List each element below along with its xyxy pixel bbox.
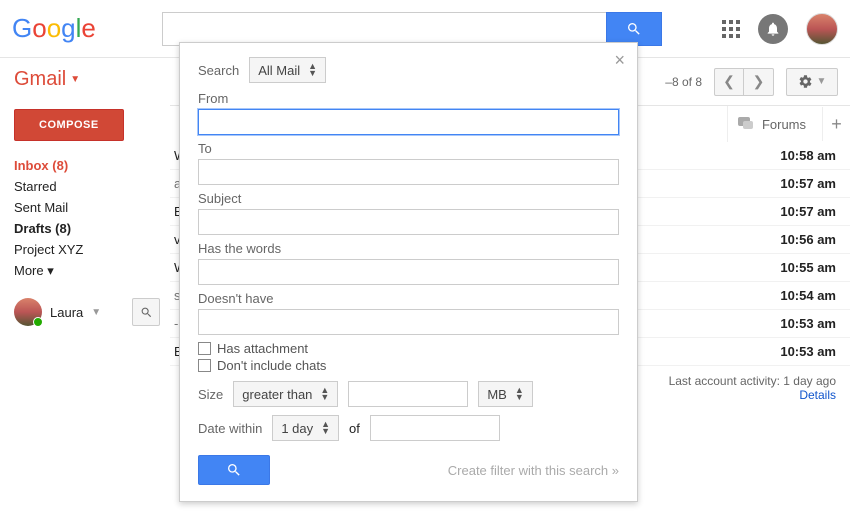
size-value-input[interactable]	[348, 381, 468, 407]
mail-time: 10:53 am	[760, 316, 836, 331]
search-scope-select[interactable]: All Mail▲▼	[249, 57, 326, 83]
subject-input[interactable]	[198, 209, 619, 235]
sidebar-item-0[interactable]: Inbox (8)	[14, 155, 170, 176]
account-avatar[interactable]	[806, 13, 838, 45]
apps-icon[interactable]	[722, 20, 740, 38]
size-label: Size	[198, 387, 223, 402]
newer-button[interactable]: ❮	[714, 68, 744, 96]
doesnt-have-input[interactable]	[198, 309, 619, 335]
mail-time: 10:58 am	[760, 148, 836, 163]
advanced-search-panel: × Search All Mail▲▼ From To Subject Has …	[179, 42, 638, 502]
sidebar-item-4[interactable]: Project XYZ	[14, 239, 170, 260]
mail-time: 10:54 am	[760, 288, 836, 303]
mail-time: 10:56 am	[760, 232, 836, 247]
sidebar-item-5[interactable]: More ▾	[14, 260, 170, 282]
sidebar-item-1[interactable]: Starred	[14, 176, 170, 197]
search-bar	[162, 12, 662, 46]
forums-icon	[738, 117, 754, 131]
gmail-product-switcher[interactable]: Gmail▼	[14, 68, 170, 91]
category-forums-tab[interactable]: Forums	[727, 106, 822, 142]
sidebar-item-3[interactable]: Drafts (8)	[14, 218, 170, 239]
checkbox-icon	[198, 359, 211, 372]
sidebar-item-2[interactable]: Sent Mail	[14, 197, 170, 218]
hangouts-avatar[interactable]	[14, 298, 42, 326]
details-link[interactable]: Details	[799, 388, 836, 402]
from-input[interactable]	[198, 109, 619, 135]
size-unit-select[interactable]: MB▲▼	[478, 381, 532, 407]
no-chats-checkbox[interactable]: Don't include chats	[198, 358, 619, 373]
mail-time: 10:55 am	[760, 260, 836, 275]
of-label: of	[349, 421, 360, 436]
close-icon[interactable]: ×	[614, 51, 625, 69]
create-filter-link[interactable]: Create filter with this search »	[448, 463, 619, 478]
has-words-label: Has the words	[198, 241, 619, 256]
search-icon	[140, 306, 153, 319]
gear-icon	[798, 74, 813, 89]
has-words-input[interactable]	[198, 259, 619, 285]
has-attachment-checkbox[interactable]: Has attachment	[198, 341, 619, 356]
mail-time: 10:57 am	[760, 204, 836, 219]
mail-time: 10:53 am	[760, 344, 836, 359]
date-range-select[interactable]: 1 day▲▼	[272, 415, 339, 441]
compose-button[interactable]: COMPOSE	[14, 109, 124, 141]
hangouts-search-button[interactable]	[132, 298, 160, 326]
checkbox-icon	[198, 342, 211, 355]
search-button[interactable]	[606, 12, 662, 46]
activity-text: Last account activity: 1 day ago	[669, 374, 836, 388]
search-input[interactable]	[162, 12, 606, 46]
settings-button[interactable]: ▼	[786, 68, 838, 96]
mail-count: –8 of 8	[665, 75, 702, 89]
older-button[interactable]: ❯	[744, 68, 774, 96]
to-input[interactable]	[198, 159, 619, 185]
sidebar: Gmail▼ COMPOSE Inbox (8)StarredSent Mail…	[0, 58, 170, 410]
notifications-icon[interactable]	[758, 14, 788, 44]
add-category-button[interactable]: +	[822, 107, 850, 141]
hangouts-user-name: Laura	[50, 305, 83, 320]
from-label: From	[198, 91, 619, 106]
search-scope-label: Search	[198, 63, 239, 78]
date-within-label: Date within	[198, 421, 262, 436]
search-icon	[626, 21, 642, 37]
search-icon	[226, 462, 242, 478]
size-operator-select[interactable]: greater than▲▼	[233, 381, 338, 407]
date-input[interactable]	[370, 415, 500, 441]
chevron-down-icon[interactable]: ▼	[91, 307, 101, 318]
doesnt-have-label: Doesn't have	[198, 291, 619, 306]
google-logo[interactable]: Google	[12, 13, 162, 44]
to-label: To	[198, 141, 619, 156]
subject-label: Subject	[198, 191, 619, 206]
mail-time: 10:57 am	[760, 176, 836, 191]
panel-search-button[interactable]	[198, 455, 270, 485]
